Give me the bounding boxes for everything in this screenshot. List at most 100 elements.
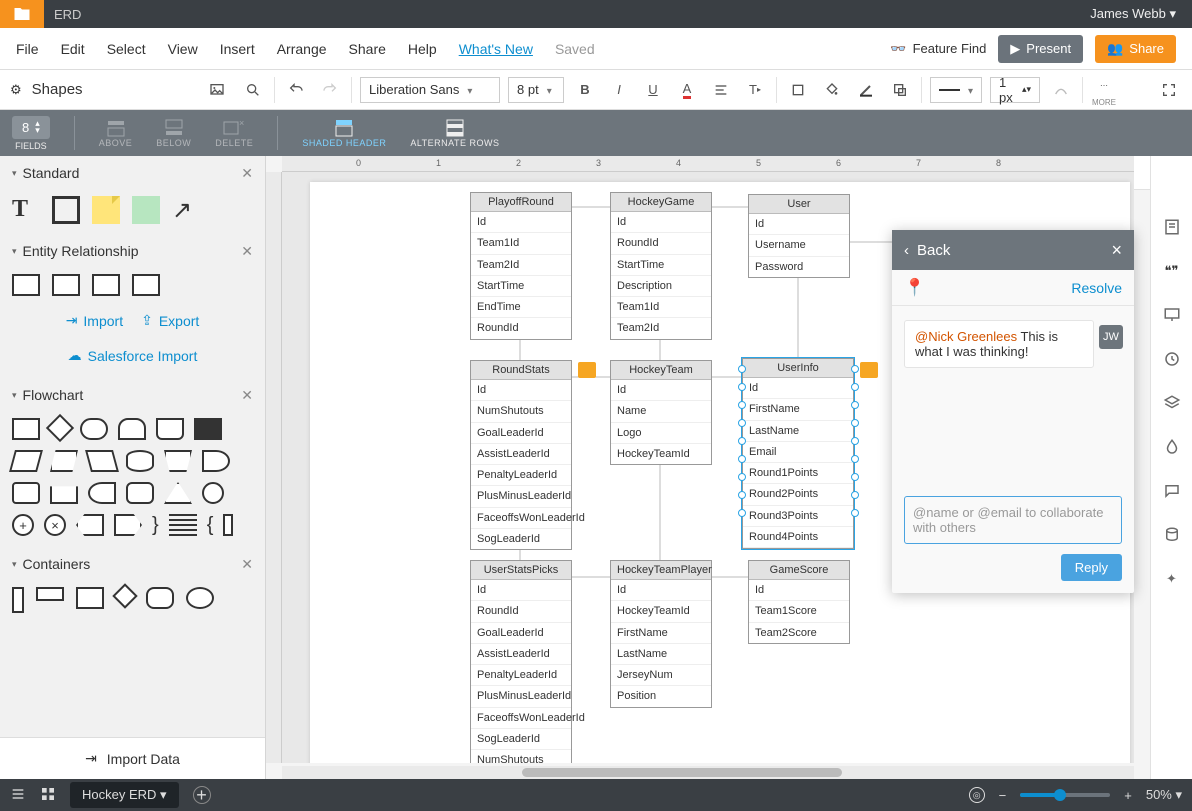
block-shape[interactable] [132,196,160,224]
entity-hockeyteamplayer[interactable]: HockeyTeamPlayerIdHockeyTeamIdFirstNameL… [610,560,712,708]
alternate-rows-toggle[interactable]: ALTERNATE ROWS [410,118,499,148]
rectangle-shape[interactable] [52,196,80,224]
present-button[interactable]: ▶ Present [998,35,1083,63]
entity-field[interactable]: Id [611,580,711,601]
entity-field[interactable]: FirstName [611,623,711,644]
er-shape-4[interactable] [132,274,160,296]
entity-roundstats[interactable]: RoundStatsIdNumShutoutsGoalLeaderIdAssis… [470,360,572,550]
line-options-button[interactable] [1048,77,1074,103]
zoom-in-button[interactable]: + [1124,788,1132,803]
menu-file[interactable]: File [16,41,39,57]
share-button[interactable]: 👥 Share [1095,35,1176,63]
target-icon[interactable]: ◎ [969,787,985,803]
entity-hockeygame[interactable]: HockeyGameIdRoundIdStartTimeDescriptionT… [610,192,712,340]
fc-shape[interactable]: } [152,514,159,537]
fc-shape[interactable] [118,418,146,440]
entity-header[interactable]: RoundStats [471,361,571,380]
reply-button[interactable]: Reply [1061,554,1122,581]
layers-panel-icon[interactable] [1161,392,1183,414]
fc-shape[interactable] [126,450,154,472]
fc-shape[interactable] [12,482,40,504]
comments-panel-icon[interactable]: ❝❞ [1161,260,1183,282]
notes-panel-icon[interactable] [1161,216,1183,238]
history-panel-icon[interactable] [1161,348,1183,370]
entity-header[interactable]: HockeyTeam [611,361,711,380]
menu-view[interactable]: View [168,41,198,57]
fc-shape[interactable] [169,514,197,536]
fc-shape[interactable] [156,418,184,440]
underline-button[interactable]: U [640,77,666,103]
fc-shape[interactable] [202,482,224,504]
er-shape-2[interactable] [52,274,80,296]
entity-gamescore[interactable]: GameScoreIdTeam1ScoreTeam2Score [748,560,850,644]
comment-reply-input[interactable]: @name or @email to collaborate with othe… [904,496,1122,544]
shaded-header-toggle[interactable]: SHADED HEADER [302,118,386,148]
section-entity-relationship[interactable]: Entity Relationship ✕ [0,234,265,268]
zoom-out-button[interactable]: − [999,788,1007,803]
fc-shape[interactable]: { [207,514,214,537]
fc-shape[interactable] [164,450,192,472]
entity-field[interactable]: Round3Points [743,506,853,527]
entity-field[interactable]: Id [611,212,711,233]
entity-hockeyteam[interactable]: HockeyTeamIdNameLogoHockeyTeamId [610,360,712,465]
fc-shape[interactable] [76,514,104,536]
chat-panel-icon[interactable] [1161,480,1183,502]
bold-button[interactable]: B [572,77,598,103]
fc-shape[interactable]: × [44,514,66,536]
entity-field[interactable]: Username [749,235,849,256]
connection-port[interactable] [738,437,746,445]
fullscreen-button[interactable] [1156,77,1182,103]
document-title[interactable]: ERD [54,7,81,22]
line-width-select[interactable]: 1 px▴▾ [990,77,1040,103]
font-family-select[interactable]: Liberation Sans [360,77,500,103]
container-shape[interactable] [36,587,64,601]
entity-field[interactable]: FirstName [743,399,853,420]
entity-field[interactable]: StartTime [611,255,711,276]
entity-field[interactable]: Round1Points [743,463,853,484]
entity-field[interactable]: Team1Score [749,601,849,622]
container-shape[interactable] [76,587,104,609]
menu-help[interactable]: Help [408,41,437,57]
entity-field[interactable]: StartTime [471,276,571,297]
connection-port[interactable] [738,455,746,463]
entity-userstatspicks[interactable]: UserStatsPicksIdRoundIdGoalLeaderIdAssis… [470,560,572,763]
image-library-icon[interactable] [204,77,230,103]
entity-field[interactable]: HockeyTeamId [611,444,711,464]
border-color-button[interactable] [853,77,879,103]
entity-field[interactable]: EndTime [471,297,571,318]
salesforce-import-link[interactable]: ☁Salesforce Import [68,347,198,364]
data-panel-icon[interactable] [1161,524,1183,546]
text-color-button[interactable]: A [674,77,700,103]
entity-field[interactable]: Team1Id [611,297,711,318]
resolve-button[interactable]: Resolve [1071,280,1122,296]
menu-arrange[interactable]: Arrange [277,41,327,57]
present-panel-icon[interactable] [1161,304,1183,326]
entity-field[interactable]: Team2Id [471,255,571,276]
entity-header[interactable]: User [749,195,849,214]
import-data-button[interactable]: ⇥ Import Data [0,737,265,779]
entity-field[interactable]: NumShutouts [471,750,571,763]
container-shape[interactable] [146,587,174,609]
close-icon[interactable]: ✕ [241,387,253,404]
close-icon[interactable]: ✕ [241,165,253,182]
er-shape-1[interactable] [12,274,40,296]
entity-field[interactable]: AssistLeaderId [471,644,571,665]
entity-field[interactable]: Id [471,580,571,601]
crop-button[interactable] [785,77,811,103]
entity-field[interactable]: Id [471,212,571,233]
location-icon[interactable]: 📍 [904,278,925,298]
entity-field[interactable]: PenaltyLeaderId [471,665,571,686]
connection-port[interactable] [851,509,859,517]
entity-header[interactable]: UserInfo [743,359,853,378]
close-icon[interactable]: ✕ [241,556,253,573]
fc-shape[interactable] [88,482,116,504]
entity-header[interactable]: UserStatsPicks [471,561,571,580]
back-button[interactable]: ‹ Back [904,242,950,259]
section-flowchart[interactable]: Flowchart ✕ [0,378,265,412]
entity-field[interactable]: Password [749,257,849,277]
entity-field[interactable]: HockeyTeamId [611,601,711,622]
entity-header[interactable]: HockeyGame [611,193,711,212]
entity-userinfo[interactable]: UserInfoIdFirstNameLastNameEmailRound1Po… [742,358,854,549]
menu-select[interactable]: Select [107,41,146,57]
line-style-select[interactable] [930,77,982,103]
